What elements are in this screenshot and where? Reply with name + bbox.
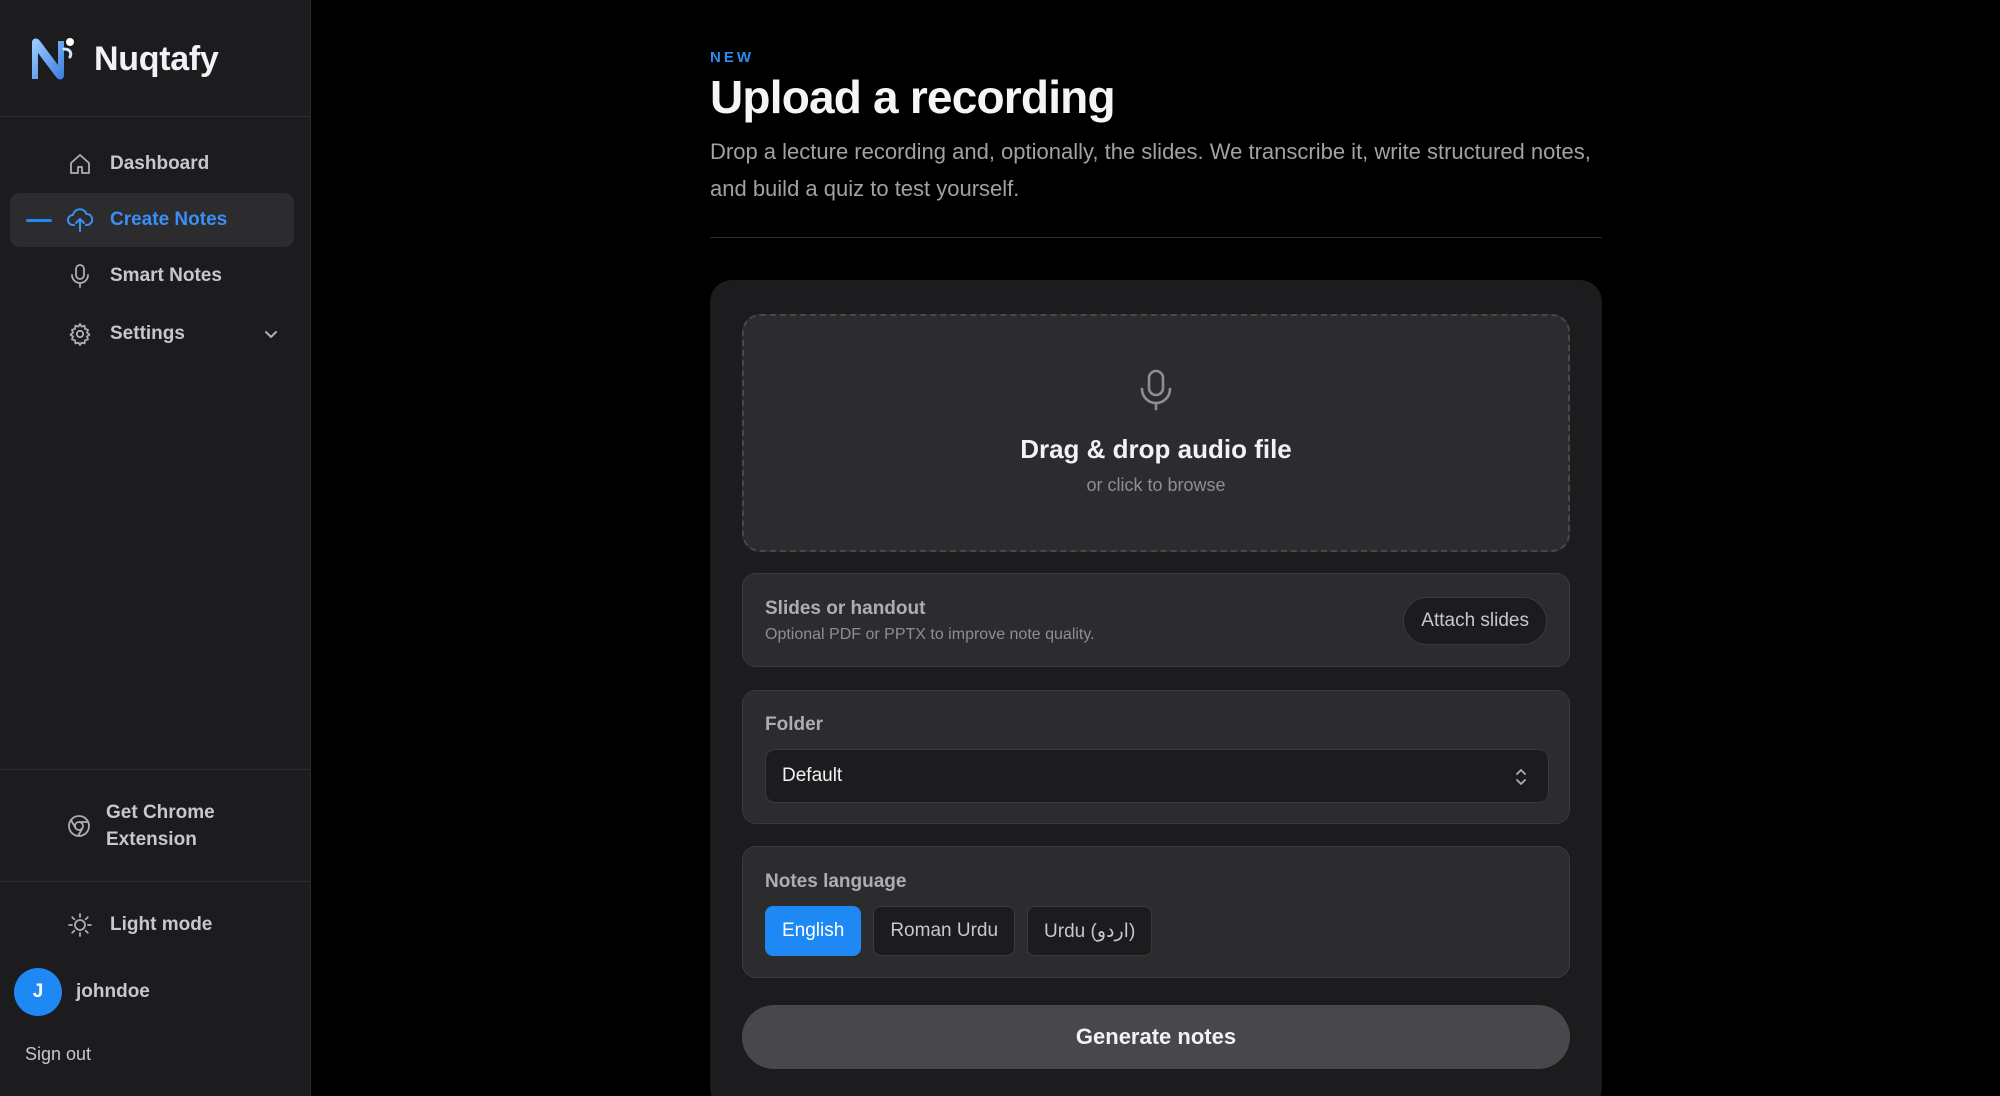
sidebar-item-label: Settings xyxy=(110,323,185,344)
sidebar-item-settings[interactable]: Settings xyxy=(10,307,294,361)
chrome-extension-link[interactable]: Get Chrome Extension xyxy=(10,795,294,859)
sidebar-divider xyxy=(0,769,311,770)
avatar: J xyxy=(14,968,62,1016)
chrome-icon xyxy=(67,814,93,840)
generate-notes-button[interactable]: Generate notes xyxy=(742,1005,1570,1069)
brand[interactable]: Nuqtafy xyxy=(28,34,219,84)
sign-out-link[interactable]: Sign out xyxy=(25,1044,91,1065)
slides-subtitle: Optional PDF or PPTX to improve note qua… xyxy=(765,626,1095,643)
page-description: Drop a lecture recording and, optionally… xyxy=(710,139,1591,201)
language-option-roman-urdu[interactable]: Roman Urdu xyxy=(873,906,1016,956)
language-panel: Notes language English Roman Urdu Urdu (… xyxy=(742,846,1570,978)
home-icon xyxy=(67,151,93,177)
attach-slides-button[interactable]: Attach slides xyxy=(1403,597,1547,645)
content-divider xyxy=(710,237,1602,238)
microphone-icon xyxy=(67,263,93,289)
dropzone-subtitle: or click to browse xyxy=(1086,475,1226,495)
sidebar-item-create-notes[interactable]: Create Notes xyxy=(10,193,294,247)
cloud-upload-icon xyxy=(67,207,93,233)
sidebar-item-label: Smart Notes xyxy=(110,265,222,286)
eyebrow-label: NEW xyxy=(710,49,754,66)
light-mode-toggle[interactable]: Light mode xyxy=(10,898,294,952)
folder-select[interactable]: Default xyxy=(765,749,1549,803)
app-root: Nuqtafy Dashboard Create Notes Smart Not… xyxy=(0,0,2000,1096)
chevron-down-icon xyxy=(265,331,277,338)
slides-panel: Slides or handout Optional PDF or PPTX t… xyxy=(742,573,1570,667)
language-options: English Roman Urdu Urdu (اردو) xyxy=(765,906,1153,956)
sidebar-divider xyxy=(0,881,311,882)
sidebar-item-label: Dashboard xyxy=(110,153,210,174)
slides-title: Slides or handout xyxy=(765,598,926,619)
audio-dropzone[interactable]: Drag & drop audio file or click to brows… xyxy=(742,314,1570,552)
sun-icon xyxy=(67,912,93,938)
language-label: Notes language xyxy=(765,871,907,892)
gear-icon xyxy=(67,321,93,347)
sidebar: Nuqtafy Dashboard Create Notes Smart Not… xyxy=(0,0,311,1096)
sidebar-item-dashboard[interactable]: Dashboard xyxy=(10,137,294,191)
sidebar-item-smart-notes[interactable]: Smart Notes xyxy=(10,249,294,303)
sidebar-item-label: Create Notes xyxy=(110,209,228,230)
folder-panel: Folder Default xyxy=(742,690,1570,824)
username: johndoe xyxy=(76,981,150,1002)
brand-name: Nuqtafy xyxy=(94,39,219,78)
microphone-icon xyxy=(1140,369,1172,411)
upload-card: Drag & drop audio file or click to brows… xyxy=(710,280,1602,1096)
chevron-up-down-icon xyxy=(1516,769,1526,785)
folder-select-value: Default xyxy=(782,765,843,786)
chrome-extension-label: Get Chrome Extension xyxy=(106,802,215,850)
nuqtafy-logo-icon xyxy=(32,38,74,80)
light-mode-label: Light mode xyxy=(110,914,213,935)
language-option-urdu[interactable]: Urdu (اردو) xyxy=(1027,906,1153,956)
page-title: Upload a recording xyxy=(710,71,1116,123)
folder-label: Folder xyxy=(765,714,824,735)
language-option-english[interactable]: English xyxy=(765,906,862,956)
user-profile[interactable]: J johndoe xyxy=(14,967,150,1017)
dropzone-title: Drag & drop audio file xyxy=(1020,434,1292,464)
sidebar-divider xyxy=(0,116,311,117)
active-indicator xyxy=(26,219,52,222)
